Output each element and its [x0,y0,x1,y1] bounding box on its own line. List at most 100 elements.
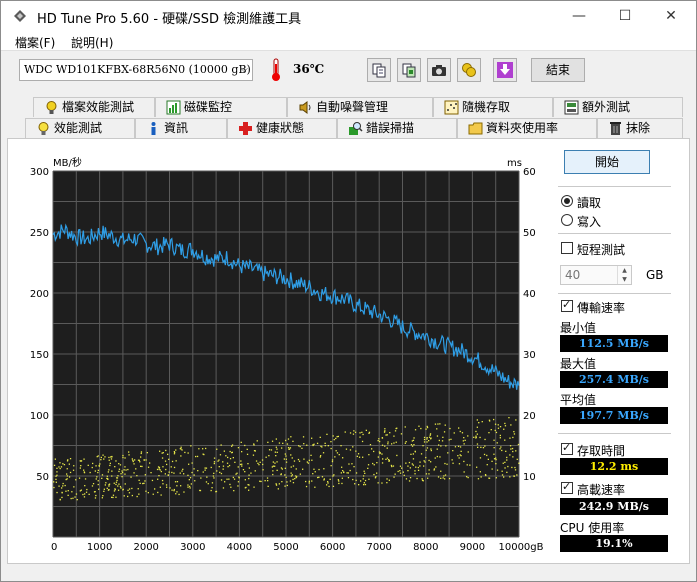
temperature-value: 36℃ [293,62,325,76]
access-time-point [133,463,135,465]
access-time-point [345,448,348,450]
options-button[interactable] [457,58,481,82]
y-axis-label-right: ms [507,158,522,169]
minimize-button[interactable]: — [556,1,602,31]
tab-info[interactable]: 資訊 [135,118,227,138]
access-time-point [240,460,242,462]
access-time-point [58,485,60,487]
access-time-point [250,472,252,474]
access-time-point [510,448,512,450]
access-time-point [103,488,105,490]
tab-erase[interactable]: 抹除 [597,118,683,138]
download-button[interactable] [493,58,517,82]
access-time-point [111,456,113,458]
access-time-point [393,476,395,478]
download-arrow-icon [497,62,513,78]
tab-error-scan[interactable]: 錯誤掃描 [337,118,457,138]
access-time-point [95,478,97,480]
access-time-point [333,439,335,441]
access-time-point [440,477,442,479]
access-time-point [97,469,99,471]
copy-text-button[interactable] [367,58,391,82]
tab-noise-management[interactable]: 自動噪聲管理 [287,97,433,117]
access-time-point [363,484,365,486]
access-time-point [376,462,378,464]
write-radio[interactable] [561,214,573,226]
access-time-point [232,476,234,479]
access-time-point [440,470,442,472]
copy-screenshot-button[interactable] [397,58,421,82]
access-time-point [388,479,390,481]
close-button[interactable]: ✕ [648,1,694,31]
short-test-size-input[interactable]: 40 ▲ ▼ [560,265,632,285]
tab-disk-monitor[interactable]: 磁碟監控 [155,97,287,117]
title-bar[interactable]: HD Tune Pro 5.60 - 硬碟/SSD 檢測維護工具 — ☐ ✕ [1,1,696,31]
access-time-point [267,441,269,443]
access-time-point [495,431,498,434]
tab-benchmark[interactable]: 效能測試 [25,118,135,138]
access-time-point [352,433,355,435]
tab-random-access[interactable]: 隨機存取 [433,97,553,117]
access-time-point [494,423,497,425]
access-time-point [65,478,67,481]
access-time-point [307,462,309,464]
access-time-point [285,476,287,478]
access-time-point [285,458,287,460]
read-radio[interactable] [561,195,573,207]
access-time-point [108,484,110,486]
cpu-usage-value: 19.1% [560,535,668,552]
access-time-point [444,462,446,465]
access-time-point [229,483,231,486]
access-time-point [190,483,192,485]
access-time-point [289,447,292,449]
exit-button[interactable]: 結束 [531,58,585,82]
access-time-point [504,467,506,469]
access-time-point [291,457,293,459]
access-time-point [228,478,230,480]
access-time-checkbox[interactable] [561,441,573,455]
access-time-point [475,436,477,438]
transfer-rate-checkbox[interactable] [561,298,573,312]
spinner-arrows-icon[interactable]: ▲ ▼ [617,266,631,284]
short-test-checkbox[interactable] [561,242,573,254]
access-time-point [131,494,133,497]
tab-folder-usage[interactable]: 資料夾使用率 [457,118,597,138]
access-time-point [384,430,386,432]
access-time-point [310,454,312,456]
access-time-point [136,475,138,477]
tab-extra-tests[interactable]: 額外測試 [553,97,683,117]
burst-rate-checkbox[interactable] [561,480,573,494]
start-button[interactable]: 開始 [564,150,650,174]
access-time-point [156,468,159,471]
menu-help[interactable]: 說明(H) [71,34,113,51]
access-time-point [171,471,173,474]
access-time-point [412,458,415,460]
access-time-point [368,454,370,456]
access-time-point [241,463,243,465]
file-benchmark-icon [46,101,57,114]
access-time-point [67,494,69,496]
access-time-point [237,485,239,487]
tab-file-benchmark[interactable]: 檔案效能測試 [33,97,155,117]
access-time-point [362,478,364,480]
access-time-point [476,433,478,435]
access-time-point [308,482,310,484]
access-time-point [268,455,270,457]
access-time-point [352,446,354,448]
access-time-point [506,471,508,473]
access-time-point [359,436,361,438]
access-time-point [436,448,438,450]
tab-health[interactable]: 健康狀態 [227,118,337,138]
access-time-point [438,444,440,446]
access-time-point [207,483,209,485]
access-time-point [188,463,190,465]
menu-file[interactable]: 檔案(F) [15,34,55,51]
access-time-point [510,424,512,426]
drive-select[interactable]: WDC WD101KFBX-68R56N0 (10000 gB) ⌵ [19,59,253,81]
access-time-point [89,471,91,474]
screenshot-button[interactable] [427,58,451,82]
access-time-point [340,472,342,474]
access-time-point [445,445,447,447]
maximize-button[interactable]: ☐ [602,1,648,31]
access-time-point [247,463,249,465]
